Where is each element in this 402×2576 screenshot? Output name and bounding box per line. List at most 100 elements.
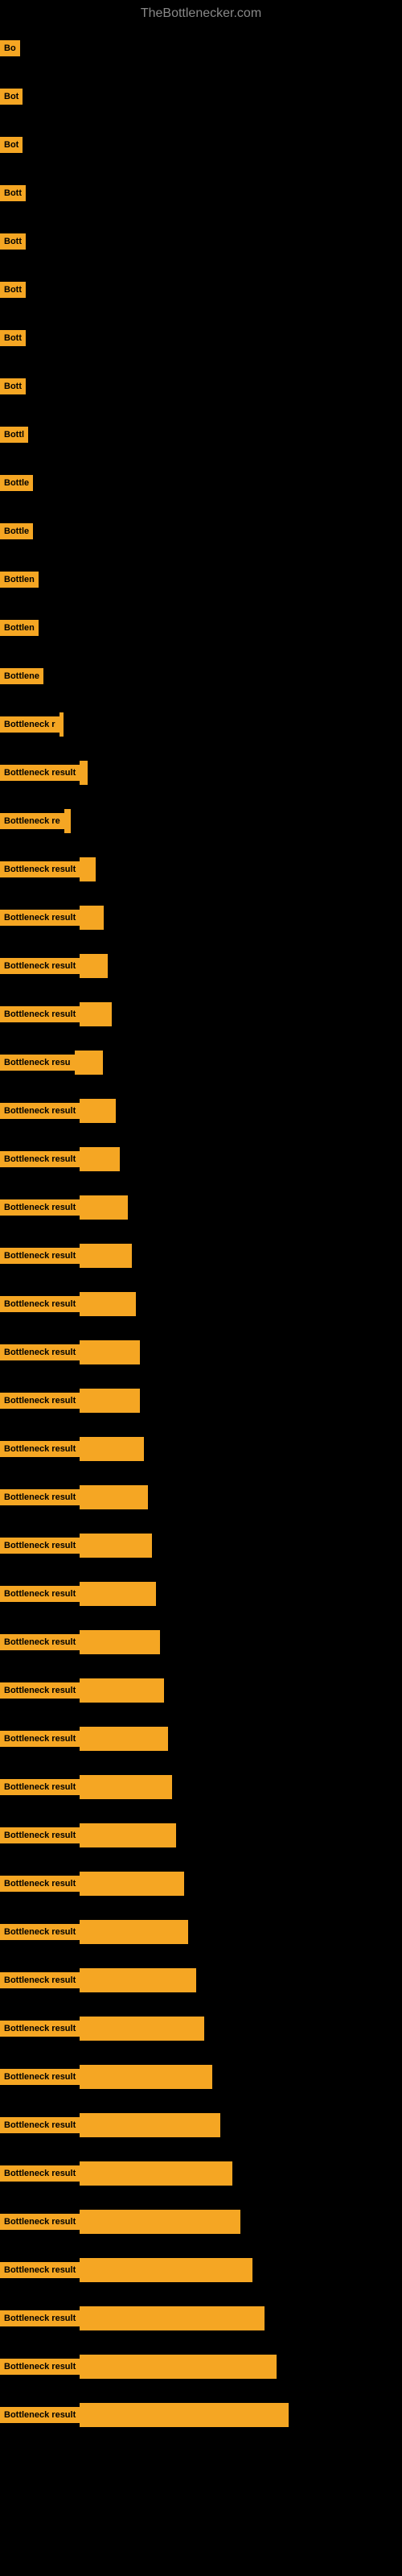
bottleneck-bar [80, 1872, 184, 1896]
bottleneck-label: Bottleneck result [0, 1634, 80, 1650]
bottleneck-bar [80, 1340, 140, 1364]
bottleneck-bar [80, 2065, 212, 2089]
bottleneck-bar [80, 1195, 128, 1220]
bottleneck-bar [59, 712, 64, 737]
bottleneck-label: Bottleneck result [0, 1972, 80, 1988]
bottleneck-label: Bottleneck result [0, 1924, 80, 1940]
bottleneck-label: Bottleneck result [0, 1296, 80, 1312]
site-title: TheBottlenecker.com [0, 0, 402, 27]
bottleneck-label: Bottleneck result [0, 2407, 80, 2423]
bottleneck-bar [80, 1775, 172, 1799]
bottleneck-label: Bot [0, 137, 23, 153]
bottleneck-label: Bottleneck result [0, 958, 80, 974]
bottleneck-label: Bott [0, 378, 26, 394]
list-item: Bottleneck result [0, 2294, 402, 2343]
list-item: Bott [0, 314, 402, 362]
bottleneck-bar [80, 1437, 144, 1461]
bottleneck-label: Bottleneck result [0, 1199, 80, 1216]
list-item: Bottleneck result [0, 845, 402, 894]
list-item: Bottleneck result [0, 1232, 402, 1280]
bottleneck-label: Bottleneck result [0, 910, 80, 926]
list-item: Bottleneck result [0, 2101, 402, 2149]
list-item: Bottleneck result [0, 1908, 402, 1956]
bottleneck-label: Bottlen [0, 620, 39, 636]
list-item: Bottleneck result [0, 894, 402, 942]
list-item: Bot [0, 121, 402, 169]
list-item: Bottleneck result [0, 1715, 402, 1763]
list-item: Bottleneck result [0, 1666, 402, 1715]
bottleneck-bar [80, 906, 104, 930]
list-item: Bottleneck result [0, 2343, 402, 2391]
list-item: Bottleneck re [0, 797, 402, 845]
list-item: Bottlen [0, 555, 402, 604]
bottleneck-label: Bottleneck result [0, 1731, 80, 1747]
list-item: Bott [0, 217, 402, 266]
bottleneck-label: Bottlene [0, 668, 43, 684]
bottleneck-label: Bottleneck result [0, 2021, 80, 2037]
bottleneck-label: Bott [0, 185, 26, 201]
bottleneck-bar [64, 809, 71, 833]
list-item: Bottleneck result [0, 1425, 402, 1473]
bottleneck-bar [80, 2113, 220, 2137]
bottleneck-bar [80, 857, 96, 881]
bottleneck-label: Bottleneck result [0, 2069, 80, 2085]
list-item: Bottleneck result [0, 1087, 402, 1135]
bottleneck-label: Bott [0, 330, 26, 346]
bottleneck-label: Bottleneck result [0, 861, 80, 877]
bottleneck-label: Bottl [0, 427, 28, 443]
list-item: Bottleneck result [0, 2391, 402, 2439]
bottleneck-bar [80, 1582, 156, 1606]
bottleneck-bar [80, 1678, 164, 1703]
bottleneck-label: Bottleneck result [0, 1827, 80, 1843]
bottleneck-label: Bo [0, 40, 20, 56]
list-item: Bottleneck result [0, 1521, 402, 1570]
bottleneck-bar [80, 2017, 204, 2041]
bottleneck-bar [80, 1630, 160, 1654]
bottleneck-label: Bottleneck result [0, 2165, 80, 2182]
list-item: Bo [0, 24, 402, 72]
bottleneck-label: Bottleneck result [0, 1489, 80, 1505]
bottleneck-bar [80, 1920, 188, 1944]
bottleneck-label: Bottleneck result [0, 1006, 80, 1022]
list-item: Bottleneck result [0, 1183, 402, 1232]
bottleneck-label: Bottleneck result [0, 1682, 80, 1699]
bottleneck-label: Bot [0, 89, 23, 105]
list-item: Bottlen [0, 604, 402, 652]
list-item: Bottleneck result [0, 1473, 402, 1521]
bottleneck-bar [80, 2258, 252, 2282]
list-item: Bottle [0, 507, 402, 555]
list-item: Bottlene [0, 652, 402, 700]
list-item: Bottl [0, 411, 402, 459]
bottleneck-label: Bott [0, 282, 26, 298]
list-item: Bottleneck result [0, 2149, 402, 2198]
list-item: Bottleneck result [0, 2198, 402, 2246]
list-item: Bottleneck result [0, 749, 402, 797]
bottleneck-label: Bottle [0, 475, 33, 491]
bottleneck-label: Bottlen [0, 572, 39, 588]
list-item: Bottleneck result [0, 1618, 402, 1666]
bottleneck-label: Bottleneck result [0, 1248, 80, 1264]
bottleneck-bar [80, 1823, 176, 1847]
items-container: Bo Bot Bot Bott Bott Bott Bott Bott Bottl Bottle B… [0, 24, 402, 2439]
bottleneck-bar [80, 954, 108, 978]
bottleneck-label: Bottleneck resu [0, 1055, 75, 1071]
list-item: Bott [0, 362, 402, 411]
bottleneck-label: Bottleneck result [0, 765, 80, 781]
list-item: Bottleneck result [0, 942, 402, 990]
bottleneck-label: Bottleneck result [0, 1779, 80, 1795]
bottleneck-label: Bottleneck result [0, 1103, 80, 1119]
bottleneck-label: Bottleneck re [0, 813, 64, 829]
list-item: Bottle [0, 459, 402, 507]
list-item: Bottleneck result [0, 1570, 402, 1618]
bottleneck-label: Bottleneck result [0, 1393, 80, 1409]
bottleneck-label: Bottleneck result [0, 1586, 80, 1602]
list-item: Bottleneck result [0, 1328, 402, 1377]
bottleneck-label: Bott [0, 233, 26, 250]
bottleneck-bar [80, 2210, 240, 2234]
list-item: Bot [0, 72, 402, 121]
bottleneck-bar [80, 1727, 168, 1751]
list-item: Bottleneck r [0, 700, 402, 749]
bottleneck-bar [80, 1389, 140, 1413]
bottleneck-bar [75, 1051, 103, 1075]
bottleneck-bar [80, 2306, 265, 2330]
